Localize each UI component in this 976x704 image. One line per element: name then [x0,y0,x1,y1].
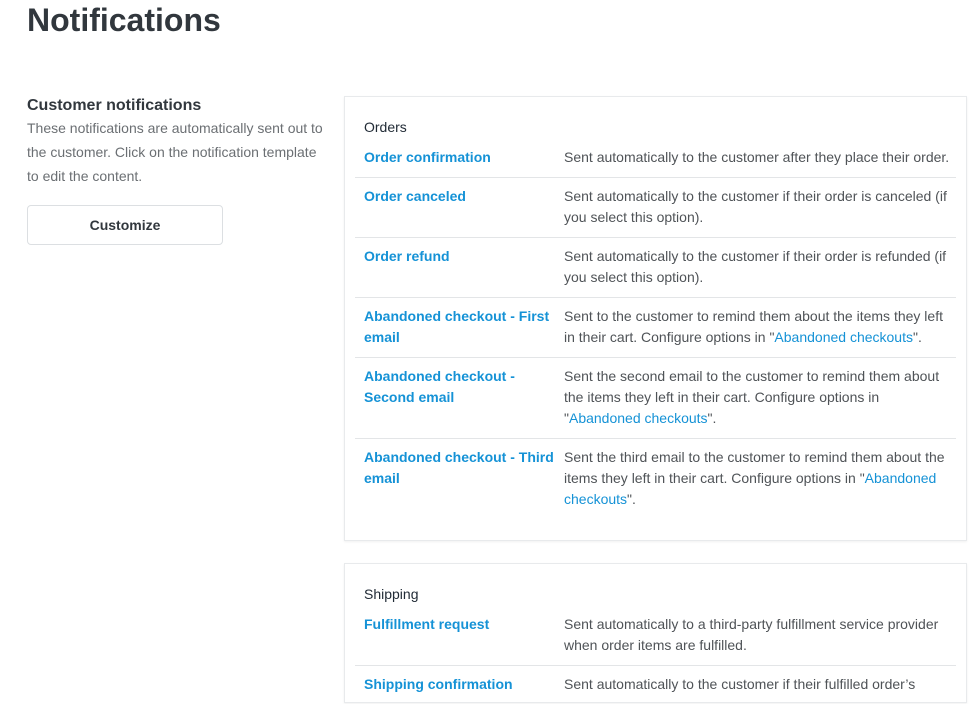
customize-button[interactable]: Customize [27,205,223,245]
description-text: Sent automatically to the customer if th… [564,248,947,285]
orders-list: Order confirmation Sent automatically to … [355,139,956,519]
notification-template-link[interactable]: Order refund [364,246,564,288]
notification-template-link[interactable]: Order canceled [364,186,564,228]
shipping-list: Fulfillment request Sent automatically to… [355,606,956,704]
notification-description: Sent automatically to the customer if th… [564,674,956,695]
description-text-end: ". [627,491,636,507]
notification-description: Sent to the customer to remind them abou… [564,306,956,348]
notification-row: Order confirmation Sent automatically to … [355,139,956,178]
description-text: Sent automatically to a third-party fulf… [564,616,939,653]
notification-row: Order refund Sent automatically to the cu… [355,238,956,298]
notification-description: Sent automatically to a third-party fulf… [564,614,956,656]
abandoned-checkouts-link[interactable]: Abandoned checkouts [774,329,913,345]
notification-template-link[interactable]: Abandoned checkout - Third email [364,447,564,510]
description-text-end: ". [707,410,717,426]
notification-description: Sent the second email to the customer to… [564,366,956,429]
description-text: Sent automatically to the customer if th… [564,188,947,225]
section-description: These notifications are automatically se… [27,120,323,184]
notification-description: Sent automatically to the customer if th… [564,246,956,288]
notification-template-link[interactable]: Shipping confirmation [364,674,564,695]
description-text: Sent automatically to the customer after… [564,149,950,165]
notification-description: Sent automatically to the customer if th… [564,186,956,228]
description-text-end: ". [912,329,922,345]
notification-description: Sent the third email to the customer to … [564,447,956,510]
abandoned-checkouts-link[interactable]: Abandoned checkouts [569,410,708,426]
notification-description: Sent automatically to the customer after… [564,147,956,168]
notification-row: Shipping confirmation Sent automatically … [355,666,956,704]
shipping-card: Shipping Fulfillment request Sent automat… [344,563,967,703]
notification-row: Fulfillment request Sent automatically to… [355,606,956,666]
section-title: Customer notifications [27,97,202,114]
notification-row: Abandoned checkout - Third email Sent the… [355,439,956,519]
notification-row: Abandoned checkout - Second email Sent th… [355,358,956,439]
notification-template-link[interactable]: Fulfillment request [364,614,564,656]
notification-row: Order canceled Sent automatically to the … [355,178,956,238]
orders-card: Orders Order confirmation Sent automatica… [344,96,967,541]
notification-template-link[interactable]: Abandoned checkout - Second email [364,366,564,429]
shipping-heading: Shipping [364,586,419,602]
description-text: Sent automatically to the customer if th… [564,676,916,692]
customer-notifications-section: Customer notifications These notificatio… [27,96,327,245]
notification-template-link[interactable]: Abandoned checkout - First email [364,306,564,348]
notification-row: Abandoned checkout - First email Sent to … [355,298,956,358]
notification-template-link[interactable]: Order confirmation [364,147,564,168]
orders-heading: Orders [364,119,407,135]
page-title: Notifications [27,2,221,38]
